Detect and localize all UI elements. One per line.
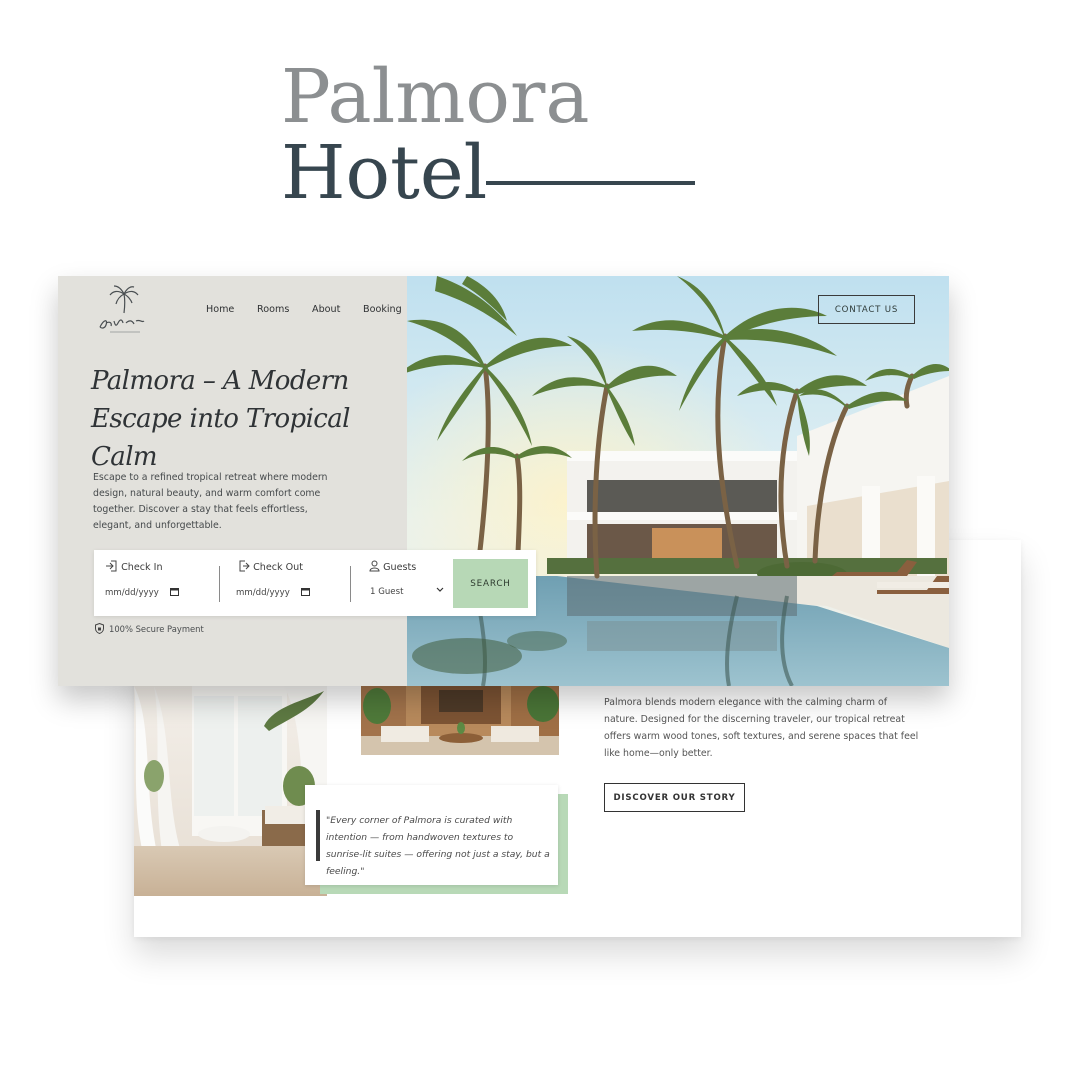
search-button[interactable]: SEARCH	[453, 559, 528, 608]
chevron-down-icon[interactable]	[436, 587, 444, 593]
checkin-label: Check In	[121, 562, 163, 573]
hero-resort-photo	[407, 276, 949, 686]
guests-value: 1 Guest	[370, 587, 404, 597]
checkin-value: mm/dd/yyyy	[105, 588, 159, 598]
nav-booking[interactable]: Booking	[363, 304, 402, 315]
checkin-field[interactable]: Check In mm/dd/yyyy	[94, 550, 219, 616]
nav-rooms[interactable]: Rooms	[257, 304, 289, 315]
calendar-icon[interactable]	[300, 587, 310, 596]
guests-field[interactable]: Guests 1 Guest	[358, 550, 448, 616]
contact-us-button[interactable]: CONTACT US	[818, 295, 915, 324]
about-text: Palmora blends modern elegance with the …	[604, 697, 919, 759]
checkout-value: mm/dd/yyyy	[236, 588, 290, 598]
nav-about[interactable]: About	[312, 304, 340, 315]
calendar-icon[interactable]	[169, 587, 179, 596]
secure-payment-text: 100% Secure Payment	[109, 623, 204, 634]
shield-icon	[95, 623, 104, 634]
quote-bar	[316, 810, 320, 861]
palmora-logo[interactable]	[96, 283, 148, 337]
hero-headline: Palmora – A Modern Escape into Tropical …	[91, 366, 350, 472]
checkout-date-input[interactable]: mm/dd/yyyy	[236, 587, 310, 598]
login-icon	[106, 560, 117, 572]
user-icon	[369, 560, 380, 572]
checkout-field[interactable]: Check Out mm/dd/yyyy	[227, 550, 350, 616]
guests-label-wrap: Guests	[369, 560, 416, 573]
quote-text: "Every corner of Palmora is curated with…	[326, 815, 550, 877]
booking-bar: Check In mm/dd/yyyy Check Out mm/dd/yyyy…	[94, 550, 536, 616]
field-divider	[350, 566, 351, 602]
checkin-label-wrap: Check In	[105, 560, 163, 573]
discover-story-button[interactable]: DISCOVER OUR STORY	[604, 783, 745, 812]
guests-select[interactable]: 1 Guest	[370, 587, 444, 597]
checkout-label-wrap: Check Out	[238, 560, 303, 573]
checkin-date-input[interactable]: mm/dd/yyyy	[105, 587, 179, 598]
nav-home[interactable]: Home	[206, 304, 234, 315]
field-divider	[219, 566, 220, 602]
hero-intro: Escape to a refined tropical retreat whe…	[93, 472, 328, 531]
lounge-photo	[361, 686, 559, 755]
checkout-label: Check Out	[253, 562, 304, 573]
title-line-hotel: Hotel	[281, 130, 488, 216]
guests-label: Guests	[383, 562, 417, 573]
logout-icon	[239, 560, 250, 572]
secure-payment-note: 100% Secure Payment	[95, 623, 204, 634]
title-rule	[486, 181, 695, 185]
room-photo	[134, 686, 327, 896]
